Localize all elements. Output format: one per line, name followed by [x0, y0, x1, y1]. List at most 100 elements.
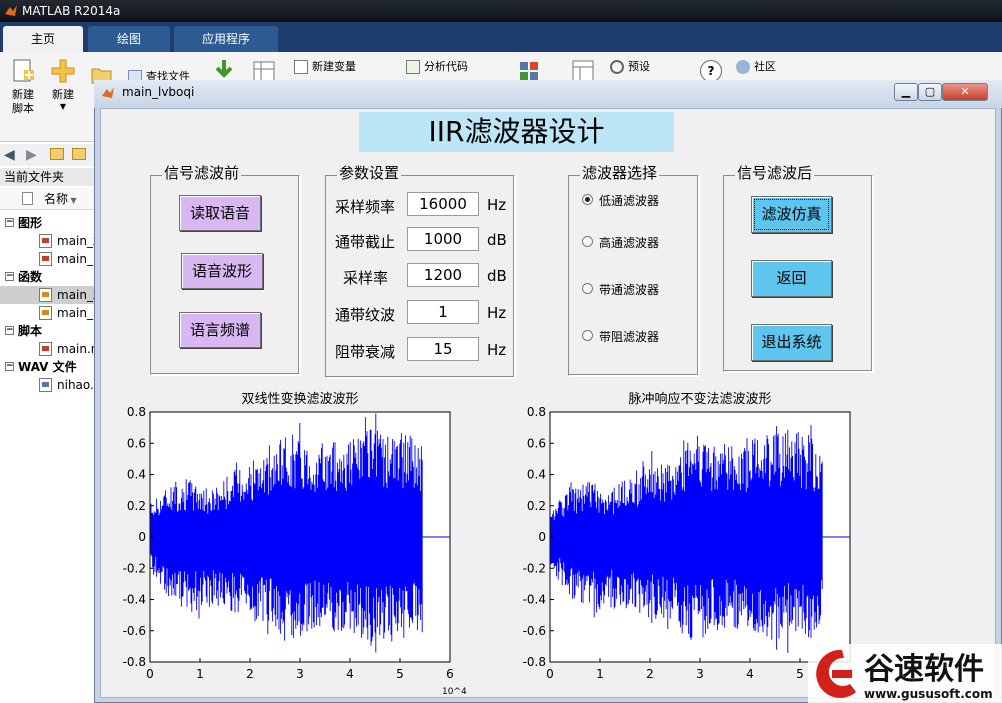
back-button[interactable]: 返回: [751, 260, 832, 297]
matlab-title-bar: MATLAB R2014a: [0, 0, 1002, 22]
analyze-code-button[interactable]: 分析代码: [406, 58, 468, 76]
y-tick-label: -0.2: [523, 561, 546, 575]
close-button[interactable]: ✕: [942, 83, 988, 101]
forward-icon[interactable]: ▶: [26, 147, 37, 163]
figure-title-bar[interactable]: [94, 80, 1002, 108]
new-label: 新建: [52, 88, 74, 101]
tree-group-wav[interactable]: − WAV 文件: [0, 358, 96, 376]
new-script-button[interactable]: 新建 脚本: [6, 58, 40, 116]
tab-apps[interactable]: 应用程序: [174, 26, 278, 52]
passband-cutoff-label: 通带截止: [335, 233, 396, 251]
page-title: IIR滤波器设计: [359, 112, 674, 152]
y-tick-label: -0.6: [523, 624, 546, 638]
exit-system-button[interactable]: 退出系统: [751, 324, 832, 361]
name-column-header[interactable]: 名称 ▼: [0, 188, 96, 210]
community-button[interactable]: 社区: [736, 58, 776, 76]
x-tick-label: 0: [146, 667, 154, 681]
collapse-icon[interactable]: −: [5, 218, 14, 227]
up-folder-icon[interactable]: [50, 148, 64, 160]
sample-rate-label: 采样率: [343, 269, 389, 287]
list-item[interactable]: main.m: [0, 340, 96, 358]
matlab-logo-icon: [5, 5, 17, 16]
watermark-logo: 谷速软件 www.gususoft.com: [808, 644, 1002, 703]
filter-simulate-button[interactable]: 滤波仿真: [751, 196, 832, 233]
maximize-button[interactable]: ▢: [918, 83, 942, 101]
bandpass-label[interactable]: 带通滤波器: [599, 281, 659, 298]
help-button[interactable]: ?: [700, 60, 722, 82]
sample-freq-label: 采样频率: [335, 198, 396, 216]
back-icon[interactable]: ◀: [4, 147, 15, 163]
list-item[interactable]: main_l: [0, 304, 96, 322]
tree-group-functions[interactable]: − 函数: [0, 268, 96, 286]
list-item[interactable]: main_z: [0, 232, 96, 250]
tab-home[interactable]: 主页: [3, 26, 83, 52]
x-tick-label: 5: [396, 667, 404, 681]
y-tick-label: 0.4: [527, 468, 546, 482]
y-tick-label: 0.8: [527, 405, 546, 419]
y-tick-label: -0.2: [123, 561, 146, 575]
highpass-label[interactable]: 高通滤波器: [599, 234, 659, 251]
simulink-icon[interactable]: [518, 60, 540, 82]
figure-title: main_lvboqi: [122, 85, 195, 99]
x-tick-label: 4: [346, 667, 354, 681]
y-tick-label: -0.6: [123, 624, 146, 638]
browse-folder-icon[interactable]: [72, 148, 86, 160]
collapse-icon[interactable]: −: [5, 272, 14, 281]
ribbon-tab-bar: 主页 绘图 应用程序: [0, 22, 1002, 52]
stopband-atten-label: 阻带衰减: [335, 343, 396, 361]
sample-freq-unit: Hz: [487, 196, 507, 214]
function-file-icon: [39, 288, 52, 302]
y-tick-label: -0.8: [523, 655, 546, 669]
bandstop-label[interactable]: 带阻滤波器: [599, 328, 659, 345]
collapse-icon[interactable]: −: [5, 362, 14, 371]
y-tick-label: -0.8: [123, 655, 146, 669]
filter-select-title: 滤波器选择: [580, 164, 660, 182]
tab-plots[interactable]: 绘图: [88, 26, 170, 52]
tree-group-figures[interactable]: − 图形: [0, 214, 96, 232]
layout-icon[interactable]: [572, 60, 594, 82]
lowpass-label[interactable]: 低通滤波器: [599, 192, 659, 209]
audio-waveform-button[interactable]: 语音波形: [181, 253, 263, 289]
new-button[interactable]: 新建 ▼: [46, 58, 80, 111]
new-script-label: 新建 脚本: [12, 88, 34, 115]
x-tick-label: 1: [196, 667, 204, 681]
y-tick-label: 0.2: [127, 499, 146, 513]
sample-freq-field[interactable]: 16000: [407, 192, 479, 216]
bilinear-waveform-chart: 0 1 2 3 4 5 6 0.8 0.6 0.4 0.2 0 -0.2 -0.4 -0.6 -0.8 10^4: [123, 405, 467, 697]
new-dropdown-icon[interactable]: ▼: [46, 102, 80, 111]
preferences-button[interactable]: 预设: [610, 58, 650, 76]
stopband-atten-field[interactable]: 15: [407, 337, 479, 361]
community-icon: [736, 60, 750, 74]
highpass-radio[interactable]: [582, 236, 593, 247]
y-tick-label: 0: [138, 530, 146, 544]
y-tick-label: 0.6: [527, 436, 546, 450]
read-audio-button[interactable]: 读取语音: [179, 195, 261, 231]
bandpass-radio[interactable]: [582, 283, 593, 294]
gear-icon: [610, 60, 624, 74]
collapse-icon[interactable]: −: [5, 326, 14, 335]
stopband-atten-unit: Hz: [487, 341, 507, 359]
minimize-button[interactable]: ▁: [894, 83, 918, 101]
list-item[interactable]: nihao.: [0, 376, 96, 394]
x-multiplier-label: 10^4: [442, 687, 467, 697]
y-tick-label: 0.8: [127, 405, 146, 419]
y-tick-label: 0: [538, 530, 546, 544]
bandstop-radio[interactable]: [582, 330, 593, 341]
sample-rate-field[interactable]: 1200: [407, 263, 479, 287]
passband-cutoff-unit: dB: [487, 231, 507, 249]
passband-ripple-field[interactable]: 1: [407, 300, 479, 324]
file-name: main_l: [57, 252, 96, 266]
after-filter-title: 信号滤波后: [735, 164, 815, 182]
folder-nav-bar: ◀ ▶: [0, 144, 96, 166]
matlab-logo-icon: [102, 87, 114, 98]
passband-cutoff-field[interactable]: 1000: [407, 227, 479, 251]
file-name: main_z: [57, 234, 96, 248]
audio-spectrum-button[interactable]: 语言频谱: [179, 312, 261, 348]
sample-rate-unit: dB: [487, 267, 507, 285]
list-item[interactable]: main_z: [0, 286, 96, 304]
new-variable-button[interactable]: 新建变量: [294, 58, 356, 76]
import-data-icon[interactable]: [212, 58, 236, 82]
tree-group-scripts[interactable]: − 脚本: [0, 322, 96, 340]
list-item[interactable]: main_l: [0, 250, 96, 268]
lowpass-radio[interactable]: [582, 194, 593, 205]
